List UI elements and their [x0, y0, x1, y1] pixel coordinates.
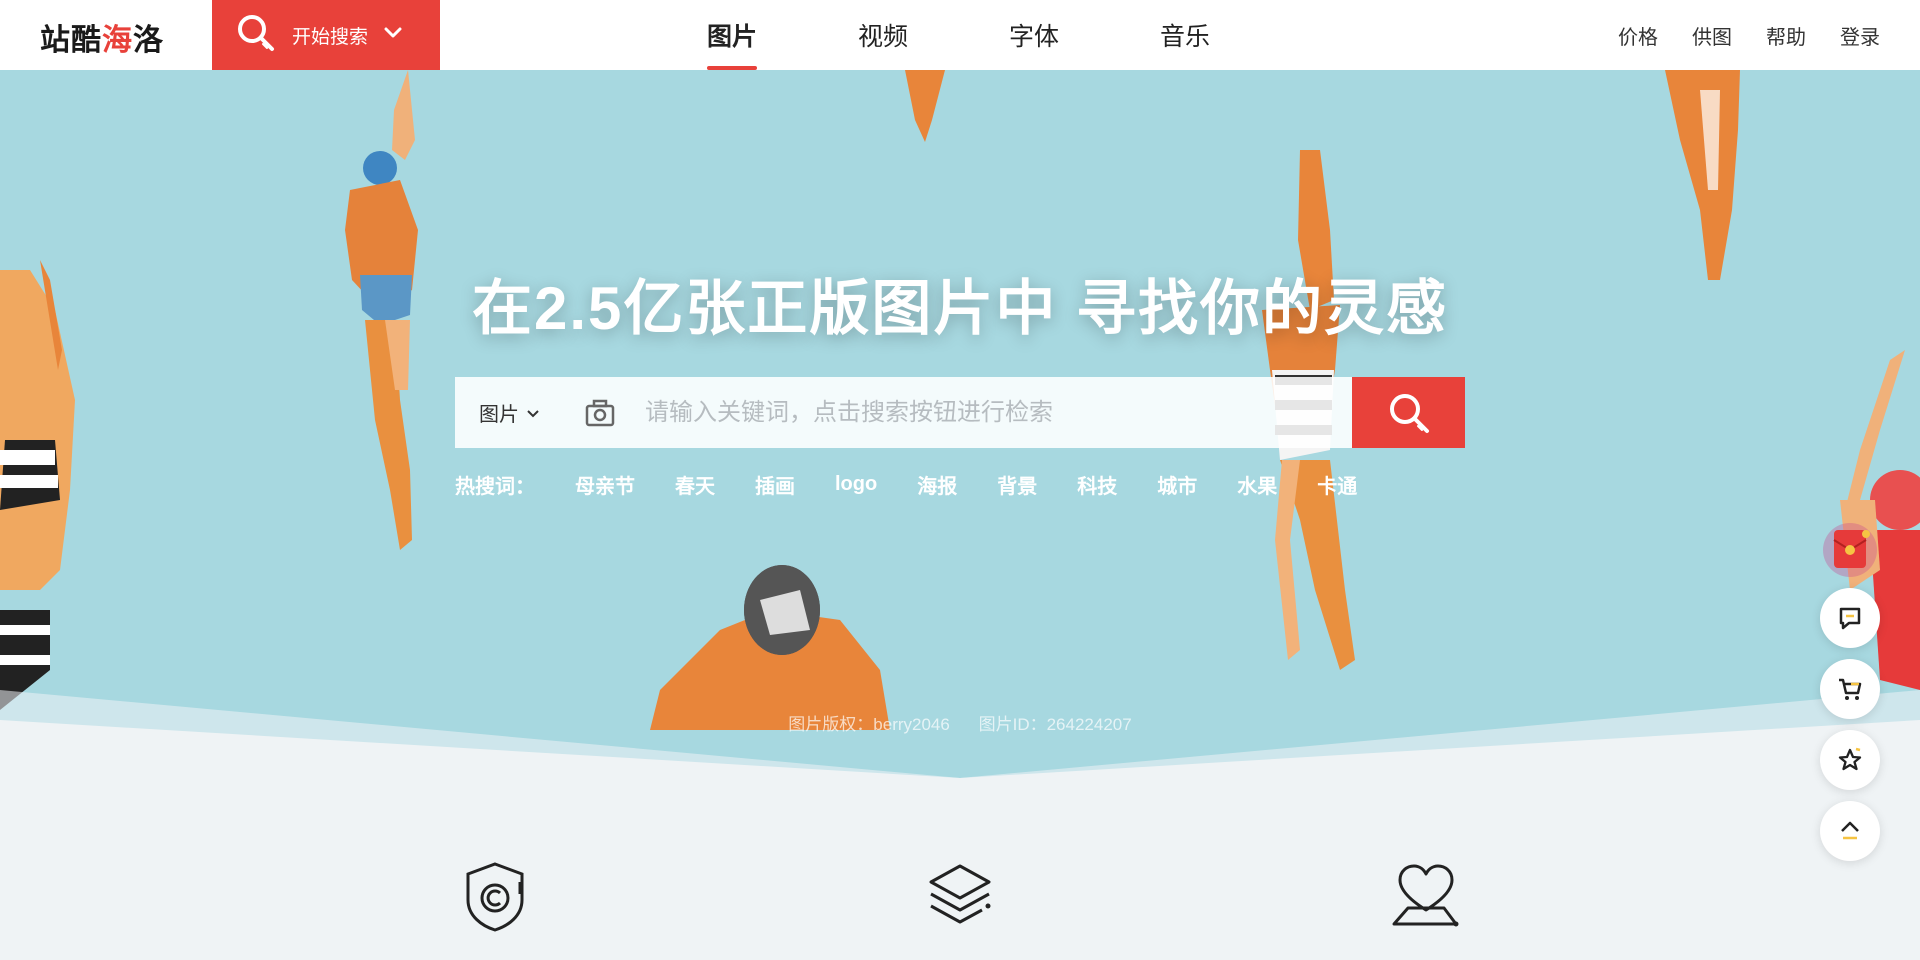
- layers-icon: [927, 860, 993, 937]
- chevron-down-icon: [527, 401, 539, 424]
- side-toolbar: [1820, 520, 1880, 872]
- search-field-group: 图片: [455, 377, 1352, 448]
- contribute-link[interactable]: 供图: [1692, 21, 1732, 50]
- hot-keywords: 热搜词： 母亲节 春天 插画 logo 海报 背景 科技 城市 水果 卡通: [455, 470, 1397, 499]
- hot-keyword[interactable]: 科技: [1077, 470, 1117, 499]
- hot-keyword[interactable]: 海报: [917, 470, 957, 499]
- hero-search-box: 图片: [455, 377, 1465, 448]
- start-search-button[interactable]: 开始搜索: [212, 0, 440, 70]
- help-link[interactable]: 帮助: [1766, 21, 1806, 50]
- hero-banner: 在2.5亿张正版图片中 寻找你的灵感 图片 请输入关键词，点击搜索按钮进行检索 …: [0, 70, 1920, 790]
- hot-keyword[interactable]: 插画: [755, 470, 795, 499]
- search-button[interactable]: [1352, 377, 1465, 448]
- hot-keyword[interactable]: 春天: [675, 470, 715, 499]
- main-nav: 图片 视频 字体 音乐: [707, 0, 1311, 70]
- star-icon[interactable]: [1820, 730, 1880, 790]
- pricing-link[interactable]: 价格: [1618, 21, 1658, 50]
- logo-text-3: 洛: [133, 24, 164, 57]
- cart-icon[interactable]: [1820, 659, 1880, 719]
- tab-images[interactable]: 图片: [707, 0, 758, 70]
- top-nav: 站酷海洛 开始搜索 图片 视频 字体 音乐 价格 供图 帮助 登录: [0, 0, 1920, 70]
- red-envelope-icon[interactable]: [1820, 520, 1880, 580]
- search-icon: [1389, 393, 1429, 433]
- search-type-select[interactable]: 图片: [455, 398, 575, 427]
- hot-keyword[interactable]: 卡通: [1317, 470, 1357, 499]
- right-nav: 价格 供图 帮助 登录: [1584, 0, 1880, 70]
- tab-fonts[interactable]: 字体: [1009, 0, 1059, 70]
- heart-hand-icon: [1390, 860, 1462, 937]
- logo-text-2: 海: [102, 24, 133, 57]
- hot-keywords-label: 热搜词：: [455, 476, 535, 498]
- feature-row: [0, 860, 1920, 960]
- hot-keyword[interactable]: logo: [835, 473, 877, 496]
- start-search-label: 开始搜索: [292, 26, 369, 48]
- hot-keyword[interactable]: 背景: [997, 470, 1037, 499]
- back-to-top-icon[interactable]: [1820, 801, 1880, 861]
- site-logo[interactable]: 站酷海洛: [40, 15, 164, 59]
- login-link[interactable]: 登录: [1840, 21, 1880, 50]
- hot-keyword[interactable]: 水果: [1237, 470, 1277, 499]
- logo-text-1: 站酷: [40, 24, 102, 57]
- tab-music[interactable]: 音乐: [1160, 0, 1210, 70]
- hero-headline: 在2.5亿张正版图片中 寻找你的灵感: [471, 275, 1449, 342]
- copyright-shield-icon: [462, 860, 528, 937]
- search-input[interactable]: [625, 398, 1352, 427]
- search-icon: [236, 13, 276, 58]
- search-type-label: 图片: [479, 404, 519, 426]
- hot-keyword[interactable]: 母亲节: [575, 470, 635, 499]
- message-icon[interactable]: [1820, 588, 1880, 648]
- camera-icon[interactable]: [575, 399, 625, 427]
- chevron-down-icon: [384, 26, 402, 44]
- hot-keyword[interactable]: 城市: [1157, 470, 1197, 499]
- tab-videos[interactable]: 视频: [858, 0, 908, 70]
